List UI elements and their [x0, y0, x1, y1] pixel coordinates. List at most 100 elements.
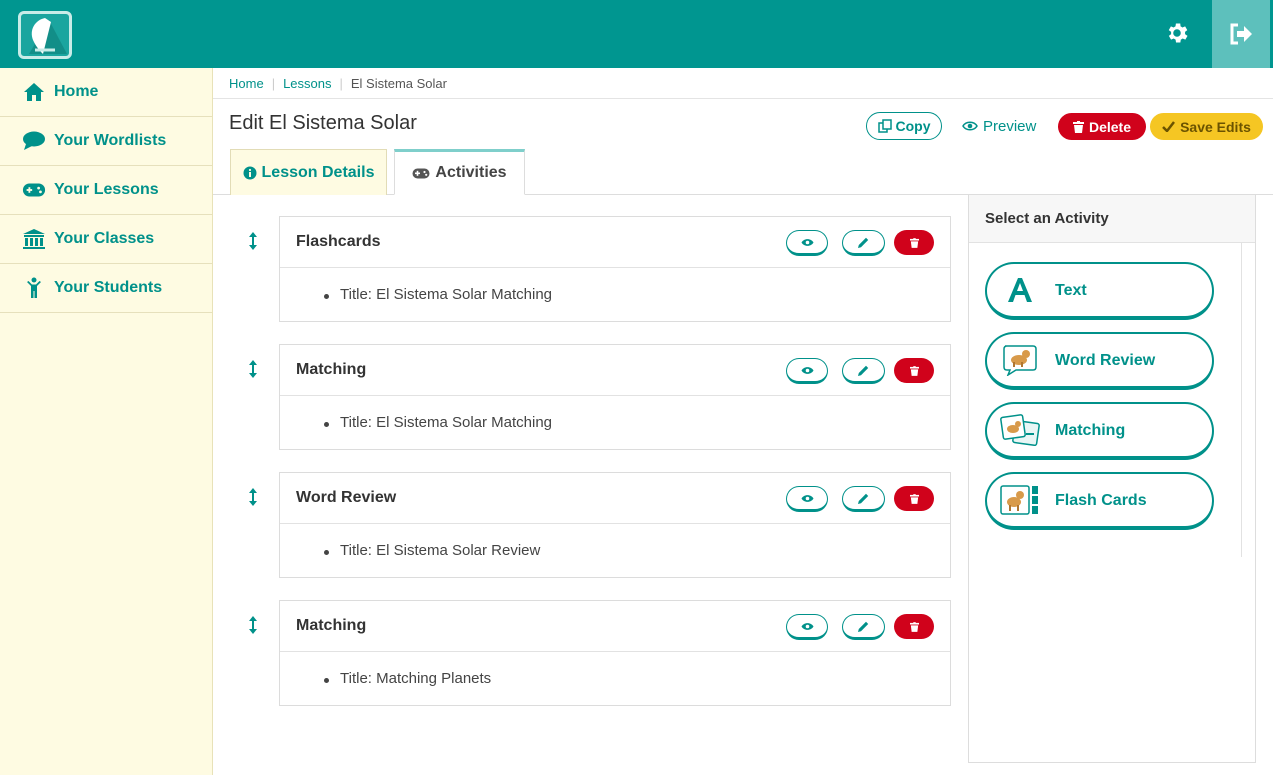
pencil-icon [858, 493, 869, 504]
activity-detail: Title: Matching Planets [280, 652, 950, 687]
sidebar-item-wordlists[interactable]: Your Wordlists [0, 117, 212, 166]
delete-activity-button[interactable] [894, 614, 934, 639]
sidebar-item-home[interactable]: Home [0, 68, 212, 117]
add-word-review-button[interactable]: Word Review [985, 332, 1214, 390]
breadcrumb-separator: | [339, 75, 343, 91]
eye-icon [962, 121, 978, 131]
save-label: Save Edits [1180, 118, 1251, 135]
preview-activity-button[interactable] [786, 358, 828, 384]
pencil-icon [858, 237, 869, 248]
activity-card-header: Flashcards [280, 217, 950, 268]
preview-activity-button[interactable] [786, 614, 828, 640]
option-label: Flash Cards [1055, 492, 1147, 509]
dog-cards-icon [999, 411, 1041, 449]
drag-handle[interactable] [246, 231, 260, 251]
pencil-icon [858, 621, 869, 632]
preview-activity-button[interactable] [786, 486, 828, 512]
delete-activity-button[interactable] [894, 486, 934, 511]
gamepad-icon [412, 168, 430, 178]
trash-icon [1072, 120, 1084, 133]
info-circle-icon [243, 166, 257, 179]
trash-icon [909, 493, 919, 504]
sidebar-item-label: Your Students [54, 279, 163, 296]
vertical-arrows-icon [249, 232, 257, 250]
copy-icon [877, 119, 892, 133]
add-matching-button[interactable]: Matching [985, 402, 1214, 460]
preview-label: Preview [983, 117, 1037, 135]
trash-icon [909, 365, 919, 376]
child-icon [22, 276, 46, 300]
institution-icon [22, 227, 46, 251]
tab-label: Activities [435, 164, 507, 181]
copy-button[interactable]: Copy [866, 112, 942, 140]
vertical-arrows-icon [249, 616, 257, 634]
gear-icon[interactable] [1163, 19, 1191, 47]
activity-picker-panel: Select an Activity Text Word Review Matc… [968, 195, 1256, 763]
save-edits-button[interactable]: Save Edits [1150, 113, 1263, 140]
edit-activity-button[interactable] [842, 486, 885, 512]
tab-lesson-details[interactable]: Lesson Details [230, 149, 387, 195]
activity-card-header: Word Review [280, 473, 950, 524]
edit-activity-button[interactable] [842, 614, 885, 640]
drag-handle[interactable] [246, 487, 260, 507]
dog-flashcard-icon [999, 481, 1041, 519]
eye-icon [801, 622, 813, 630]
activity-card: Matching Title: Matching Planets [279, 600, 951, 706]
delete-activity-button[interactable] [894, 230, 934, 255]
eye-icon [801, 238, 813, 246]
drag-handle[interactable] [246, 615, 260, 635]
edit-activity-button[interactable] [842, 358, 885, 384]
check-icon [1162, 121, 1176, 132]
add-flash-cards-button[interactable]: Flash Cards [985, 472, 1214, 530]
sidebar-item-students[interactable]: Your Students [0, 264, 212, 313]
breadcrumb-separator: | [271, 75, 276, 91]
activity-card: Word Review Title: El Sistema Solar Revi… [279, 472, 951, 578]
preview-button[interactable]: Preview [962, 112, 1036, 140]
edit-activity-button[interactable] [842, 230, 885, 256]
vertical-arrows-icon [249, 360, 257, 378]
sidebar-item-label: Your Lessons [54, 181, 159, 198]
activity-title: Word Review [296, 489, 397, 506]
delete-label: Delete [1088, 118, 1132, 135]
option-label: Matching [1055, 422, 1126, 439]
activity-title: Matching [296, 361, 367, 378]
sidebar-item-classes[interactable]: Your Classes [0, 215, 212, 264]
sidebar-item-label: Home [54, 83, 99, 100]
speech-bubble-icon [22, 129, 46, 153]
sign-out-icon [1230, 23, 1252, 45]
home-icon [22, 80, 46, 104]
eye-icon [801, 494, 813, 502]
delete-activity-button[interactable] [894, 358, 934, 383]
panel-scrollbar[interactable] [1241, 243, 1242, 557]
gamepad-icon [22, 178, 46, 202]
drag-handle[interactable] [246, 359, 260, 379]
vertical-arrows-icon [249, 488, 257, 506]
panel-title: Select an Activity [969, 195, 1255, 243]
activity-card: Matching Title: El Sistema Solar Matchin… [279, 344, 951, 450]
app-logo[interactable] [18, 11, 72, 59]
option-label: Word Review [1055, 352, 1156, 369]
activity-detail: Title: El Sistema Solar Matching [280, 268, 950, 303]
tab-activities[interactable]: Activities [394, 149, 525, 195]
activity-card: Flashcards Title: El Sistema Solar Match… [279, 216, 951, 322]
breadcrumb-lessons[interactable]: Lessons [283, 76, 331, 91]
dog-speech-icon [999, 341, 1041, 379]
add-text-activity-button[interactable]: Text [985, 262, 1214, 320]
sign-out-button[interactable] [1212, 0, 1270, 68]
trash-icon [909, 621, 919, 632]
preview-activity-button[interactable] [786, 230, 828, 256]
breadcrumb-home[interactable]: Home [229, 76, 264, 91]
trash-icon [909, 237, 919, 248]
activity-title: Matching [296, 617, 367, 634]
sidebar-item-lessons[interactable]: Your Lessons [0, 166, 212, 215]
sidebar-item-label: Your Classes [54, 230, 155, 247]
activity-detail: Title: El Sistema Solar Matching [280, 396, 950, 431]
option-label: Text [1055, 282, 1087, 299]
breadcrumb-current: El Sistema Solar [350, 75, 447, 91]
top-bar [0, 0, 1273, 68]
activity-card-header: Matching [280, 345, 950, 396]
activity-detail: Title: El Sistema Solar Review [280, 524, 950, 559]
delete-button[interactable]: Delete [1058, 113, 1146, 140]
eye-icon [801, 366, 813, 374]
text-a-icon [999, 271, 1041, 309]
